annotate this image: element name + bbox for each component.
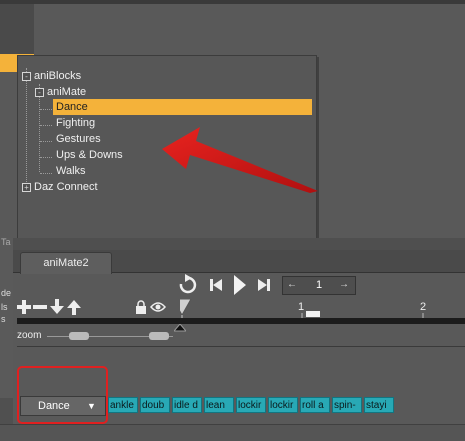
tree-item-ups-downs[interactable]: Ups & Downs xyxy=(56,147,123,163)
frame-stepper[interactable]: ← 1 → xyxy=(282,276,356,295)
red-arrow-annotation xyxy=(162,127,318,193)
tree-item-label: Fighting xyxy=(56,117,96,129)
tree-guide-line xyxy=(26,68,27,188)
left-side-panel xyxy=(0,4,34,54)
ruler-tick-label: 2 xyxy=(420,301,427,313)
top-bar xyxy=(0,0,465,4)
move-up-icon[interactable] xyxy=(67,299,81,315)
clip-item[interactable]: lockir xyxy=(236,397,266,413)
tree-guide-line xyxy=(39,84,40,172)
clip-item[interactable]: ankle xyxy=(108,397,138,413)
zoom-label: zoom xyxy=(17,330,42,341)
move-down-icon[interactable] xyxy=(50,299,64,315)
tree-item-label: aniMate xyxy=(47,86,87,98)
frame-decrement-icon[interactable]: ← xyxy=(285,279,299,291)
clip-position-marker xyxy=(306,311,320,317)
frame-increment-icon[interactable]: → xyxy=(337,279,351,291)
lock-icon[interactable] xyxy=(135,300,147,314)
expand-icon[interactable]: + xyxy=(22,183,31,192)
zoom-slider-handle[interactable] xyxy=(149,332,169,340)
visibility-eye-icon[interactable] xyxy=(150,301,166,313)
tree-guide-line xyxy=(40,173,52,174)
red-highlight-annotation xyxy=(17,366,108,424)
loop-icon[interactable] xyxy=(175,274,201,296)
collapse-icon[interactable]: - xyxy=(35,88,44,97)
skip-to-start-icon[interactable] xyxy=(208,277,224,293)
tree-item-label: Walks xyxy=(56,165,86,177)
tree-item-label: Gestures xyxy=(56,133,101,145)
tree-guide-line xyxy=(40,125,52,126)
play-icon[interactable] xyxy=(232,274,248,296)
clip-item[interactable]: lean xyxy=(204,397,234,413)
ruler-tick-label: 1 xyxy=(298,301,305,313)
partial-tab-label: Ta xyxy=(1,237,11,247)
remove-icon[interactable] xyxy=(33,300,47,314)
zoom-slider-handle[interactable] xyxy=(69,332,89,340)
left-edge-panel: Ta de ls s xyxy=(0,237,13,398)
tree-item-dance[interactable]: Dance xyxy=(53,99,312,115)
divider xyxy=(17,346,465,347)
tree-guide-line xyxy=(40,109,52,110)
skip-to-end-icon[interactable] xyxy=(256,277,272,293)
add-icon[interactable] xyxy=(17,300,31,314)
playhead-marker[interactable] xyxy=(180,299,192,317)
tree-guide-line xyxy=(40,157,52,158)
clip-item[interactable]: lockir xyxy=(268,397,298,413)
tree-item-label: Daz Connect xyxy=(34,181,98,193)
tree-item-label: aniBlocks xyxy=(34,70,82,82)
collapse-icon[interactable]: - xyxy=(22,72,31,81)
edge-text: s xyxy=(1,314,6,324)
timeline-track[interactable] xyxy=(17,318,465,324)
tree-guide-line xyxy=(40,141,52,142)
tree-item-label: Dance xyxy=(56,101,88,113)
edge-text: ls xyxy=(1,302,8,312)
tree-item-fighting[interactable]: Fighting xyxy=(56,115,95,131)
tree-item-walks[interactable]: Walks xyxy=(56,163,86,179)
zoom-control: zoom xyxy=(17,330,177,344)
panel-top-strip xyxy=(13,238,465,250)
left-edge-bottom xyxy=(0,398,13,424)
clip-item[interactable]: doub xyxy=(140,397,170,413)
bottom-status-bar xyxy=(0,424,465,441)
clip-item[interactable]: idle d xyxy=(172,397,202,413)
clip-item[interactable]: stayi xyxy=(364,397,394,413)
clip-item[interactable]: roll a xyxy=(300,397,330,413)
edge-text: de xyxy=(1,288,12,298)
frame-value[interactable]: 1 xyxy=(303,277,335,294)
tree-item-label: Ups & Downs xyxy=(56,149,123,161)
tab-animate2[interactable]: aniMate2 xyxy=(20,252,112,274)
clip-item[interactable]: spin- xyxy=(332,397,362,413)
tree-item-gestures[interactable]: Gestures xyxy=(56,131,101,147)
